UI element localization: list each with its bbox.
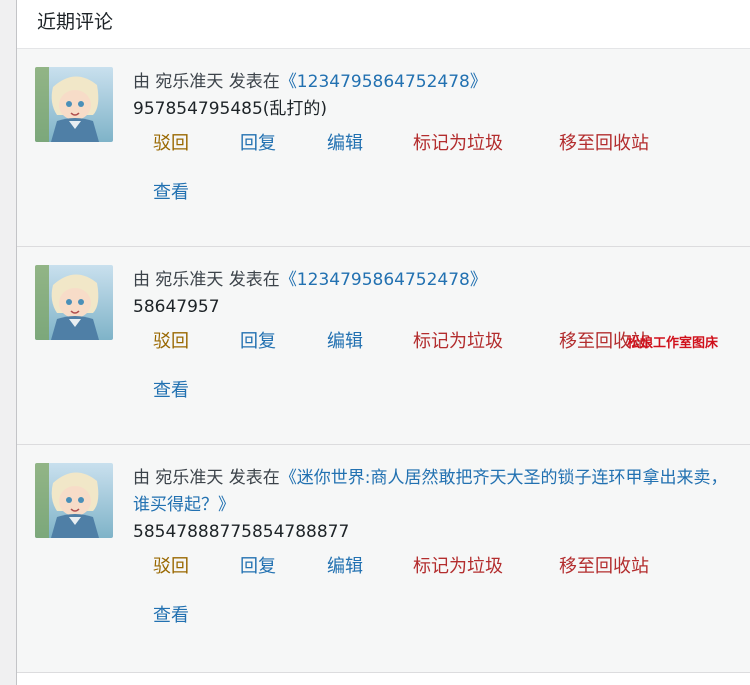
- reply-link[interactable]: 回复: [240, 129, 327, 155]
- trash-link[interactable]: 移至回收站: [559, 129, 679, 155]
- avatar: [35, 463, 113, 538]
- avatar: [35, 67, 113, 142]
- watermark-text: 松娘工作室图床: [627, 336, 719, 351]
- reply-link[interactable]: 回复: [240, 552, 327, 578]
- edit-link[interactable]: 编辑: [327, 327, 413, 353]
- comment-body: 由 宛乐准天 发表在《迷你世界:商人居然敢把齐天大圣的锁子连环甲拿出来卖，谁买得…: [133, 465, 740, 627]
- reject-link[interactable]: 驳回: [153, 129, 240, 155]
- comment-meta: 由 宛乐准天 发表在《1234795864752478》: [133, 69, 740, 96]
- comment-meta: 由 宛乐准天 发表在《1234795864752478》: [133, 267, 740, 294]
- comment-text: 957854795485(乱打的): [133, 99, 328, 119]
- comment-meta: 由 宛乐准天 发表在《迷你世界:商人居然敢把齐天大圣的锁子连环甲拿出来卖，谁买得…: [133, 465, 740, 519]
- view-link[interactable]: 查看: [153, 178, 213, 204]
- post-link[interactable]: 《1234795864752478》: [280, 72, 487, 92]
- post-link[interactable]: 《1234795864752478》: [280, 270, 487, 290]
- edit-link[interactable]: 编辑: [327, 552, 413, 578]
- comment-actions: 驳回 回复 编辑 标记为垃圾 移至回收站 查看: [153, 552, 713, 627]
- reject-link[interactable]: 驳回: [153, 327, 240, 353]
- comment-author-prefix: 由 宛乐准天 发表在: [133, 72, 280, 92]
- mark-spam-link[interactable]: 标记为垃圾: [413, 129, 559, 155]
- comment-item: 由 宛乐准天 发表在《迷你世界:商人居然敢把齐天大圣的锁子连环甲拿出来卖，谁买得…: [17, 445, 750, 673]
- reply-link[interactable]: 回复: [240, 327, 327, 353]
- mark-spam-link[interactable]: 标记为垃圾: [413, 327, 559, 353]
- avatar: [35, 265, 113, 340]
- comment-text: 58647957: [133, 297, 220, 317]
- comment-author-prefix: 由 宛乐准天 发表在: [133, 270, 280, 290]
- trash-link[interactable]: 移至回收站: [559, 552, 679, 578]
- mark-spam-link[interactable]: 标记为垃圾: [413, 552, 559, 578]
- comment-body: 由 宛乐准天 发表在《1234795864752478》 95785479548…: [133, 69, 740, 204]
- comment-item: 由 宛乐准天 发表在《1234795864752478》 95785479548…: [17, 49, 750, 247]
- view-link[interactable]: 查看: [153, 376, 213, 402]
- view-link[interactable]: 查看: [153, 601, 213, 627]
- comment-text: 58547888775854788877: [133, 522, 350, 542]
- comment-author-prefix: 由 宛乐准天 发表在: [133, 468, 280, 488]
- reject-link[interactable]: 驳回: [153, 552, 240, 578]
- comment-actions: 驳回 回复 编辑 标记为垃圾 移至回收站 查看: [153, 129, 713, 204]
- edit-link[interactable]: 编辑: [327, 129, 413, 155]
- panel-title: 近期评论: [17, 0, 750, 49]
